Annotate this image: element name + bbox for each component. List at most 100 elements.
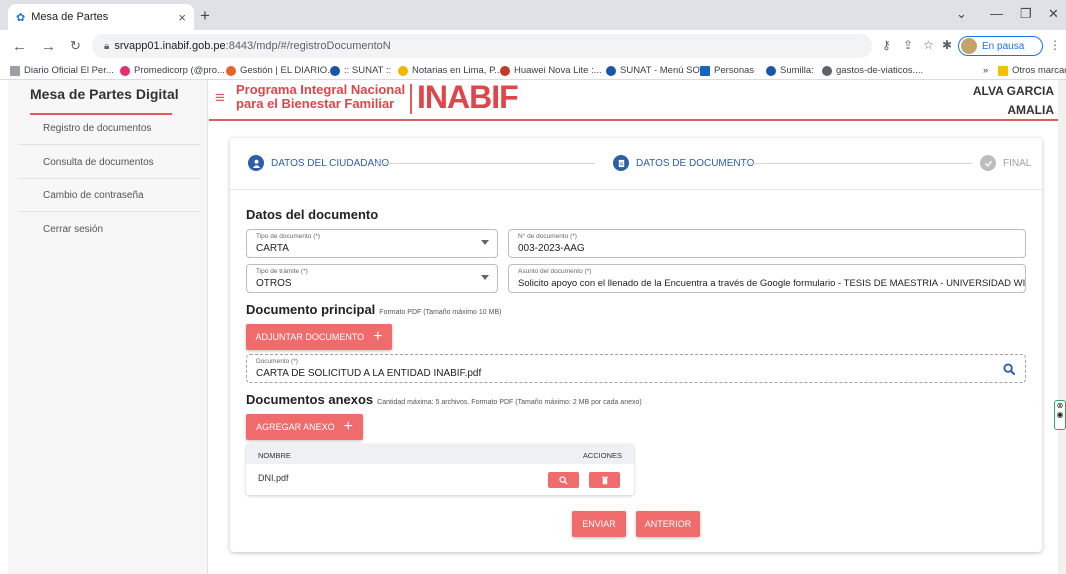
tab-close-icon[interactable]: × — [178, 10, 186, 25]
agregar-label: AGREGAR ANEXO — [256, 422, 335, 432]
chevron-down-icon — [481, 275, 489, 280]
sidebar-item-cerrar-sesion[interactable]: Cerrar sesión — [18, 213, 200, 246]
logo-separator — [410, 84, 412, 114]
search-icon[interactable] — [1003, 363, 1016, 376]
step-datos-ciudadano[interactable]: DATOS DEL CIUDADANO — [248, 155, 389, 171]
reload-icon[interactable]: ↻ — [70, 38, 81, 54]
section-title-anexos: Documentos anexos Cantidad máxima: 5 arch… — [246, 392, 642, 407]
tipo-documento-select[interactable]: Tipo de documento (*) CARTA — [246, 229, 498, 258]
profile-label: En pausa — [982, 40, 1025, 52]
tab-title: Mesa de Partes — [31, 11, 109, 23]
address-bar[interactable]: 🔒︎ srvapp01.inabif.gob.pe:8443/mdp/#/reg… — [92, 34, 872, 58]
delete-anexo-button[interactable] — [589, 472, 620, 488]
adjuntar-documento-button[interactable]: ADJUNTAR DOCUMENTO + — [246, 324, 392, 350]
bookmark-favicon-icon — [606, 65, 616, 76]
sidebar-title: Mesa de Partes Digital — [30, 86, 179, 102]
sidebar-item-registro[interactable]: Registro de documentos — [18, 112, 200, 145]
bookmarks-more-label: » — [983, 65, 989, 76]
column-header-acciones: ACCIONES — [582, 451, 622, 460]
menu-dots-icon[interactable]: ⋮ — [1049, 38, 1061, 52]
share-icon[interactable]: ⇪ — [903, 38, 913, 52]
hamburger-menu-icon[interactable]: ≡ — [215, 88, 225, 108]
restore-icon[interactable]: ❐ — [1020, 6, 1032, 22]
folder-icon — [998, 65, 1008, 76]
view-anexo-button[interactable] — [548, 472, 579, 488]
bookmark-label: Promedicorp (@pro... — [134, 65, 225, 76]
sidebar-item-cambio-contrasena[interactable]: Cambio de contraseña — [18, 179, 200, 212]
step-connector — [375, 163, 595, 164]
window-close-icon[interactable]: ✕ — [1048, 6, 1059, 22]
browser-tabstrip: ✿ Mesa de Partes × + ⌄ — ❐ ✕ — [0, 0, 1066, 30]
user-name: ALVA GARCIA AMALIA — [973, 82, 1054, 120]
plus-icon: + — [373, 328, 383, 345]
user-name-line-1: ALVA GARCIA — [972, 84, 1054, 98]
anexos-title: Documentos anexos — [246, 392, 374, 407]
field-value: CARTA DE SOLICITUD A LA ENTIDAD INABIF.p… — [256, 368, 482, 379]
sidebar-item-consulta[interactable]: Consulta de documentos — [18, 146, 200, 179]
documento-principal-field[interactable]: Documento (*) CARTA DE SOLICITUD A LA EN… — [246, 354, 1026, 383]
trash-icon — [601, 476, 608, 484]
step-datos-documento[interactable]: DATOS DE DOCUMENTO — [613, 155, 754, 171]
bookmark-item[interactable]: Sumilla: — [766, 65, 814, 76]
bookmark-item[interactable]: Personas — [700, 65, 754, 76]
minimize-icon[interactable]: — — [990, 6, 1003, 21]
profile-button[interactable]: En pausa — [958, 36, 1043, 56]
bookmarks-overflow-button[interactable]: » — [983, 65, 988, 76]
bookmark-item[interactable]: Diario Oficial El Per... — [10, 65, 114, 76]
bookmark-label: SUNAT - Menú SOL — [620, 65, 706, 76]
app-header: ≡ Programa Integral Nacional para el Bie… — [209, 79, 1066, 121]
logo-line-2: para el Bienestar Familiar — [236, 96, 395, 111]
column-header-nombre: NOMBRE — [258, 451, 291, 460]
page-scrollbar[interactable] — [1058, 80, 1066, 574]
back-icon[interactable]: ← — [12, 38, 27, 55]
bookmark-star-icon[interactable]: ☆ — [923, 38, 934, 52]
field-label: N° de documento (*) — [518, 233, 577, 240]
anexos-note: Cantidad máxima: 5 archivos. Formato PDF… — [377, 399, 642, 406]
bookmark-favicon-icon — [700, 65, 710, 76]
logo-inabif: INABIF — [417, 79, 519, 115]
asunto-field[interactable]: Asunto del documento (*) Solicito apoyo … — [508, 264, 1026, 293]
url-path: :8443/mdp/#/registroDocumentoN — [225, 40, 391, 52]
bookmark-item[interactable]: Huawei Nova Lite :... — [500, 65, 602, 76]
agregar-anexo-button[interactable]: AGREGAR ANEXO + — [246, 414, 363, 440]
step-final[interactable]: FINAL — [980, 155, 1031, 171]
bookmark-favicon-icon — [822, 65, 832, 76]
logo-line-1: Programa Integral Nacional — [236, 82, 406, 97]
bookmarks-bar: Diario Oficial El Per... Promedicorp (@p… — [0, 62, 1066, 80]
extensions-icon[interactable]: ✱ — [942, 38, 952, 52]
browser-tab[interactable]: ✿ Mesa de Partes × — [8, 4, 194, 30]
key-icon[interactable]: ⚷ — [882, 38, 891, 52]
url-host: srvapp01.inabif.gob.pe — [114, 40, 226, 52]
table-row: DNI.pdf — [246, 464, 634, 495]
numero-documento-field[interactable]: N° de documento (*) 003-2023-AAG — [508, 229, 1026, 258]
field-label: Documento (*) — [256, 358, 298, 365]
field-value: 003-2023-AAG — [518, 243, 585, 254]
bookmark-favicon-icon — [398, 65, 408, 76]
table-header: NOMBRE ACCIONES — [246, 444, 634, 464]
section-title-datos: Datos del documento — [246, 207, 379, 222]
bookmark-favicon-icon — [766, 65, 776, 76]
bookmark-item[interactable]: Notarias en Lima, P... — [398, 65, 502, 76]
tab-search-icon[interactable]: ⌄ — [956, 6, 967, 22]
field-value: Solicito apoyo con el llenado de la Encu… — [518, 278, 1026, 289]
extension-widget-icon[interactable]: ⊗ ◉ — [1054, 400, 1066, 430]
anterior-button[interactable]: ANTERIOR — [636, 511, 700, 537]
enviar-button[interactable]: ENVIAR — [572, 511, 626, 537]
bookmark-item[interactable]: Gestión | EL DIARIO... — [226, 65, 335, 76]
forward-icon[interactable]: → — [41, 38, 56, 55]
new-tab-button[interactable]: + — [200, 6, 210, 26]
browser-toolbar: ← → ↻ 🔒︎ srvapp01.inabif.gob.pe:8443/mdp… — [0, 30, 1066, 62]
step-label: DATOS DEL CIUDADANO — [271, 157, 390, 169]
plus-icon: + — [343, 418, 353, 435]
bookmark-item[interactable]: gastos-de-viaticos.... — [822, 65, 923, 76]
lock-icon: 🔒︎ — [104, 40, 110, 52]
tipo-tramite-select[interactable]: Tipo de trámite (*) OTROS — [246, 264, 498, 293]
bookmark-label: :: SUNAT :: — [344, 65, 392, 76]
search-icon — [559, 475, 568, 485]
bookmark-item[interactable]: SUNAT - Menú SOL — [606, 65, 705, 76]
bookmark-item[interactable]: Promedicorp (@pro... — [120, 65, 225, 76]
other-bookmarks[interactable]: Otros marcadores — [998, 65, 1066, 76]
bookmark-item[interactable]: :: SUNAT :: — [330, 65, 391, 76]
bookmark-favicon-icon — [330, 65, 340, 76]
principal-title: Documento principal — [246, 302, 376, 317]
